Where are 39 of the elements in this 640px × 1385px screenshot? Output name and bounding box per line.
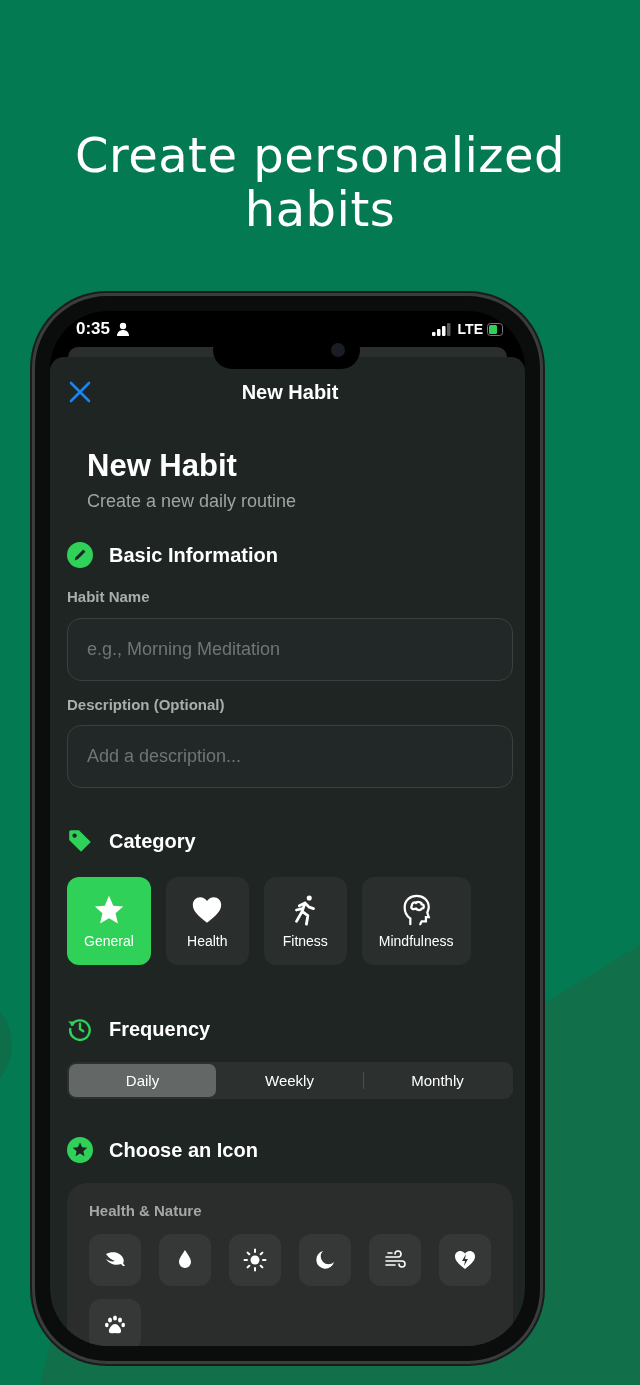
signal-icon bbox=[431, 322, 452, 336]
star-badge-icon bbox=[67, 1137, 93, 1163]
nav-title: New Habit bbox=[241, 381, 339, 403]
frequency-tab[interactable]: Monthly bbox=[364, 1064, 511, 1097]
tag-icon bbox=[67, 828, 93, 854]
category-option[interactable]: Mindfulness bbox=[361, 877, 471, 965]
section-title: Choose an Icon bbox=[109, 1138, 258, 1162]
section-title: Category bbox=[109, 829, 196, 853]
category-option[interactable]: Health bbox=[165, 877, 249, 965]
heart-bolt-icon bbox=[453, 1248, 477, 1272]
section-title: Frequency bbox=[109, 1017, 211, 1041]
icon-option[interactable] bbox=[299, 1234, 351, 1286]
close-button[interactable] bbox=[68, 380, 92, 404]
pencil-icon bbox=[67, 542, 93, 568]
field-label: Description (Optional) bbox=[67, 696, 225, 714]
person-icon bbox=[116, 322, 131, 336]
icon-option[interactable] bbox=[369, 1234, 421, 1286]
page-title: New Habit bbox=[87, 449, 237, 483]
frequency-tab[interactable]: Weekly bbox=[216, 1064, 363, 1097]
headline: Create personalized habits bbox=[73, 128, 567, 236]
section-title: Basic Information bbox=[109, 543, 278, 567]
icon-option[interactable] bbox=[89, 1299, 141, 1346]
icon-option[interactable] bbox=[89, 1234, 141, 1286]
group-label: Health & Nature bbox=[89, 1203, 202, 1219]
icon-option[interactable] bbox=[229, 1234, 281, 1286]
category-option[interactable]: Fitness bbox=[263, 877, 347, 965]
status-time: 0:35 bbox=[76, 319, 111, 339]
icon-option[interactable] bbox=[159, 1234, 211, 1286]
frequency-tab[interactable]: Daily bbox=[69, 1064, 216, 1097]
network-label: LTE bbox=[457, 321, 483, 337]
text-field[interactable]: e.g., Morning Meditation bbox=[67, 618, 513, 681]
history-icon bbox=[67, 1016, 93, 1042]
battery-icon bbox=[487, 322, 503, 336]
icon-option[interactable] bbox=[439, 1234, 491, 1286]
moon-icon bbox=[313, 1248, 337, 1272]
page-subtitle: Create a new daily routine bbox=[87, 491, 297, 511]
field-label: Habit Name bbox=[67, 588, 150, 606]
text-field[interactable]: Add a description... bbox=[67, 725, 513, 788]
sun-icon bbox=[243, 1248, 267, 1272]
